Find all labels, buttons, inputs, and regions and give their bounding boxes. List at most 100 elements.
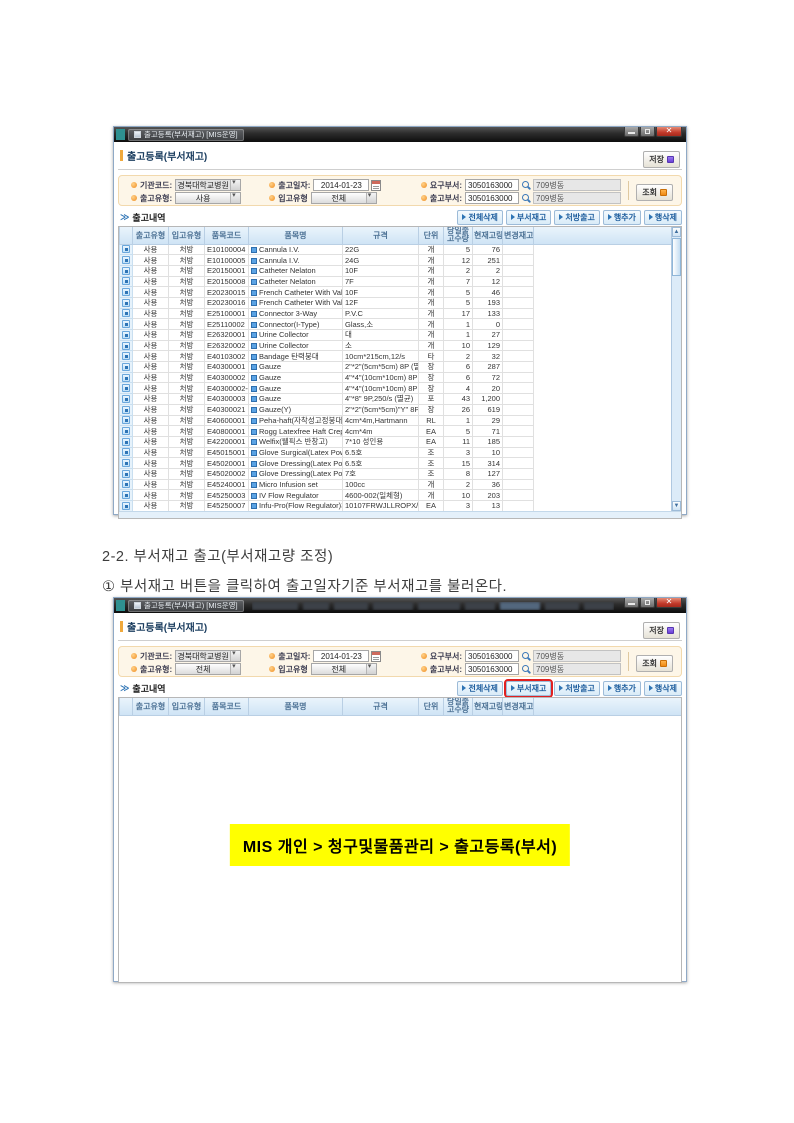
row-selector-icon[interactable] (122, 267, 130, 275)
table-row[interactable]: 사용 처방 E42200001 Welfix(웰픽스 반창고) 7*10 성인용… (120, 436, 672, 447)
row-selector-icon[interactable] (122, 448, 130, 456)
horizontal-scrollbar[interactable] (119, 511, 681, 518)
row-selector-icon[interactable] (122, 374, 130, 382)
search-icon[interactable] (521, 651, 531, 662)
row-selector-icon[interactable] (122, 491, 130, 499)
delete-row-button[interactable]: 행삭제 (644, 681, 682, 696)
window-tab[interactable]: 출고등록(부서재고) [MIS운영] (128, 600, 244, 612)
row-selector-icon[interactable] (122, 502, 130, 510)
table-row[interactable]: 사용 처방 E10100005 Cannula I.V. 24G 개 12 25… (120, 255, 672, 266)
row-selector-icon[interactable] (122, 438, 130, 446)
table-row[interactable]: 사용 처방 E20150008 Catheter Nelaton 7F 개 7 … (120, 276, 672, 287)
row-selector-icon[interactable] (122, 384, 130, 392)
row-selector-icon[interactable] (122, 480, 130, 488)
row-selector-icon[interactable] (122, 277, 130, 285)
table-row[interactable]: 사용 처방 E26320002 Urine Collector 소 개 10 1… (120, 340, 672, 351)
add-row-button[interactable]: 행추가 (603, 681, 641, 696)
window-tab[interactable]: 출고등록(부서재고) [MIS운영] (128, 129, 244, 141)
table-row[interactable]: 사용 처방 E45240001 Micro Infusion set 100cc… (120, 479, 672, 490)
row-selector-icon[interactable] (122, 331, 130, 339)
chevron-down-icon[interactable] (230, 651, 240, 661)
in-type-select[interactable]: 전체 (311, 663, 377, 675)
table-row[interactable]: 사용 처방 E45250003 IV Flow Regulator 4600-0… (120, 490, 672, 501)
row-selector-icon[interactable] (122, 406, 130, 414)
row-selector-icon[interactable] (122, 416, 130, 424)
out-date-input[interactable]: 2014-01-23 (313, 650, 369, 662)
table-row[interactable]: 사용 처방 E45015001 Glove Surgical(Latex Pow… (120, 447, 672, 458)
out-dept-code-input[interactable]: 3050163000 (465, 192, 519, 204)
save-button[interactable]: 저장 (643, 151, 680, 168)
row-selector-icon[interactable] (122, 459, 130, 467)
org-code-select[interactable]: 경북대학교병원 (175, 179, 241, 191)
scroll-down-icon[interactable] (672, 501, 681, 511)
table-row[interactable]: 사용 처방 E40300002-1 Gauze 4"*4"(10cm*10cm)… (120, 383, 672, 394)
window-titlebar[interactable]: 출고등록(부서재고) [MIS운영] (114, 598, 686, 613)
table-row[interactable]: 사용 처방 E45020002 Glove Dressing(Latex Pow… (120, 468, 672, 479)
rx-release-button[interactable]: 처방출고 (554, 210, 599, 225)
scrollbar-thumb[interactable] (672, 238, 681, 276)
row-selector-icon[interactable] (122, 363, 130, 371)
close-button[interactable] (656, 127, 682, 137)
table-row[interactable]: 사용 처방 E45250007 Infu-Pro(Flow Regulator)… (120, 501, 672, 512)
table-row[interactable]: 사용 처방 E45020001 Glove Dressing(Latex Pow… (120, 458, 672, 469)
table-row[interactable]: 사용 처방 E40800001 Rogg Latexfree Haft Crep… (120, 426, 672, 437)
table-row[interactable]: 사용 처방 E40300001 Gauze 2"*2"(5cm*5cm) 8P … (120, 362, 672, 373)
row-selector-icon[interactable] (122, 470, 130, 478)
row-selector-icon[interactable] (122, 395, 130, 403)
delete-all-button[interactable]: 전체삭제 (457, 681, 502, 696)
rx-release-button[interactable]: 처방출고 (554, 681, 599, 696)
table-row[interactable]: 사용 처방 E20150001 Catheter Nelaton 10F 개 2… (120, 265, 672, 276)
row-selector-icon[interactable] (122, 320, 130, 328)
out-date-input[interactable]: 2014-01-23 (313, 179, 369, 191)
table-row[interactable]: 사용 처방 E10100004 Cannula I.V. 22G 개 5 76 (120, 244, 672, 255)
table-row[interactable]: 사용 처방 E25100001 Connector 3-Way P.V.C 개 … (120, 308, 672, 319)
calendar-icon[interactable] (371, 651, 381, 662)
table-row[interactable]: 사용 처방 E40600001 Peha-haft(자착성고정붕대) 4cm*4… (120, 415, 672, 426)
vertical-scrollbar[interactable] (671, 227, 681, 511)
add-row-button[interactable]: 행추가 (603, 210, 641, 225)
out-dept-code-input[interactable]: 3050163000 (465, 663, 519, 675)
dept-stock-button[interactable]: 부서재고 (506, 210, 551, 225)
chevron-down-icon[interactable] (230, 193, 240, 203)
scroll-up-icon[interactable] (672, 227, 681, 237)
table-row[interactable]: 사용 처방 E26320001 Urine Collector 대 개 1 27 (120, 330, 672, 341)
table-row[interactable]: 사용 처방 E40103002 Bandage 탄력붕대 10cm*215cm,… (120, 351, 672, 362)
req-dept-code-input[interactable]: 3050163000 (465, 179, 519, 191)
search-button[interactable]: 조회 (636, 655, 673, 672)
chevron-down-icon[interactable] (366, 664, 376, 674)
minimize-button[interactable] (624, 127, 639, 137)
req-dept-code-input[interactable]: 3050163000 (465, 650, 519, 662)
row-selector-icon[interactable] (122, 352, 130, 360)
delete-all-button[interactable]: 전체삭제 (457, 210, 502, 225)
table-row[interactable]: 사용 처방 E40300003 Gauze 4"*8" 9P,250/s (멸균… (120, 394, 672, 405)
row-selector-icon[interactable] (122, 245, 130, 253)
search-icon[interactable] (521, 193, 531, 204)
chevron-down-icon[interactable] (366, 193, 376, 203)
window-titlebar[interactable]: 출고등록(부서재고) [MIS운영] (114, 127, 686, 142)
org-code-select[interactable]: 경북대학교병원 (175, 650, 241, 662)
search-button[interactable]: 조회 (636, 184, 673, 201)
maximize-button[interactable] (640, 598, 655, 608)
close-button[interactable] (656, 598, 682, 608)
save-button[interactable]: 저장 (643, 622, 680, 639)
row-selector-icon[interactable] (122, 299, 130, 307)
maximize-button[interactable] (640, 127, 655, 137)
table-row[interactable]: 사용 처방 E40300002 Gauze 4"*4"(10cm*10cm) 8… (120, 372, 672, 383)
out-type-select[interactable]: 전체 (175, 663, 241, 675)
table-row[interactable]: 사용 처방 E20230016 French Catheter With Val… (120, 297, 672, 308)
row-selector-icon[interactable] (122, 342, 130, 350)
delete-row-button[interactable]: 행삭제 (644, 210, 682, 225)
calendar-icon[interactable] (371, 180, 381, 191)
row-selector-icon[interactable] (122, 256, 130, 264)
minimize-button[interactable] (624, 598, 639, 608)
table-row[interactable]: 사용 처방 E20230015 French Catheter With Val… (120, 287, 672, 298)
chevron-down-icon[interactable] (230, 664, 240, 674)
row-selector-icon[interactable] (122, 288, 130, 296)
row-selector-icon[interactable] (122, 427, 130, 435)
chevron-down-icon[interactable] (230, 180, 240, 190)
table-row[interactable]: 사용 처방 E25110002 Connector(I-Type) Glass,… (120, 319, 672, 330)
table-row[interactable]: 사용 처방 E40300021 Gauze(Y) 2"*2"(5cm*5cm)"… (120, 404, 672, 415)
row-selector-icon[interactable] (122, 309, 130, 317)
search-icon[interactable] (521, 664, 531, 675)
in-type-select[interactable]: 전체 (311, 192, 377, 204)
